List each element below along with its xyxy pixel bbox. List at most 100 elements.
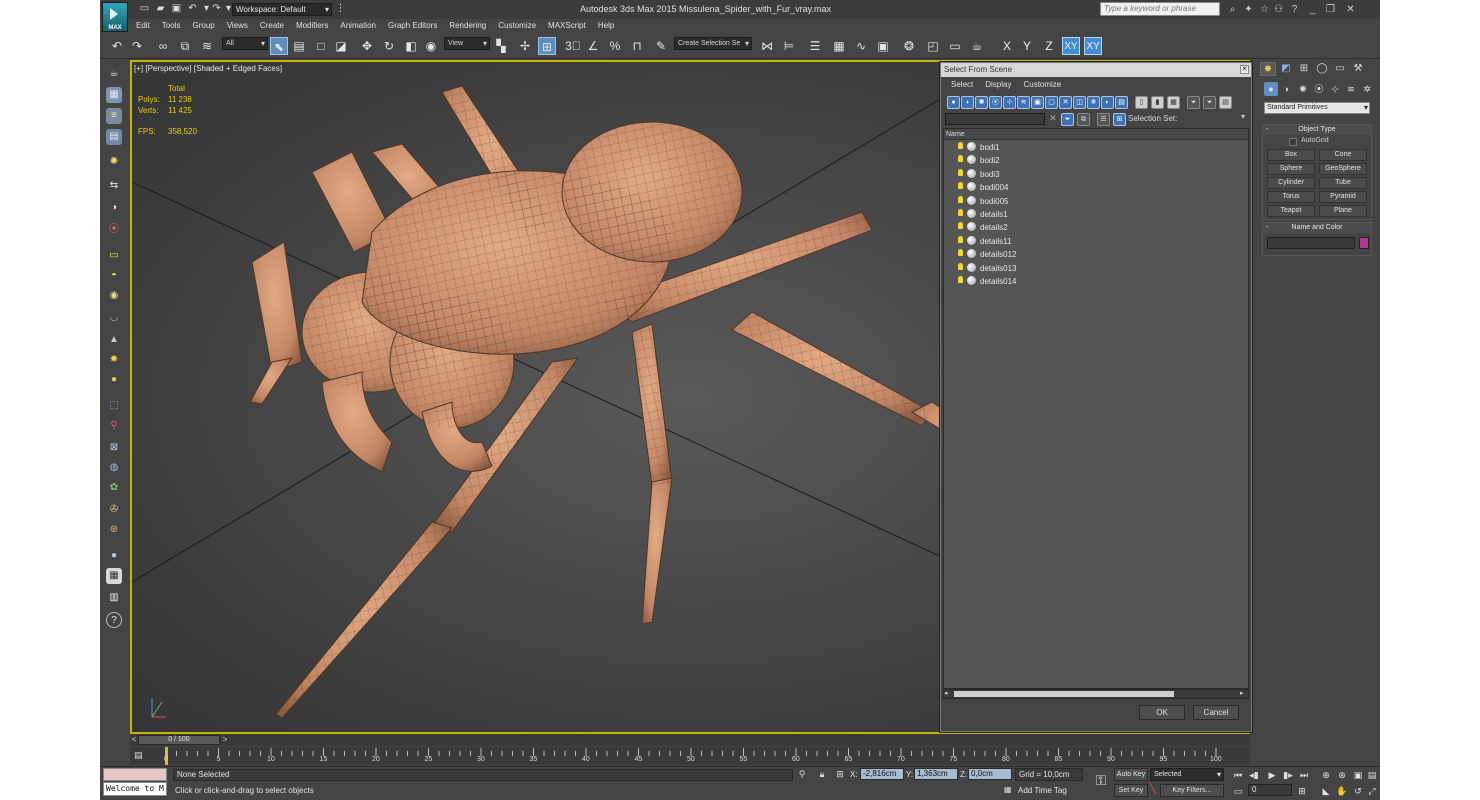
find-input[interactable] xyxy=(945,113,1045,125)
sphere-light-icon[interactable]: ◉ xyxy=(106,288,122,304)
visibility-bulb-icon[interactable] xyxy=(958,249,963,257)
close-icon[interactable]: ✕ xyxy=(1344,3,1357,16)
question-icon[interactable]: ? xyxy=(106,612,122,628)
absolute-mode-icon[interactable]: ⊞ xyxy=(834,768,846,780)
favorites-icon[interactable]: ☆ xyxy=(1258,3,1271,16)
undo-icon[interactable]: ↶ xyxy=(186,3,199,15)
restore-icon[interactable]: ❐ xyxy=(1324,3,1337,16)
select-scale-icon[interactable]: ◧ xyxy=(402,37,420,55)
pan-icon[interactable]: ✋ xyxy=(1336,785,1348,797)
select-move-icon[interactable]: ✥ xyxy=(358,37,376,55)
percent-snap-icon[interactable]: % xyxy=(606,37,624,55)
select-by-name-icon[interactable]: ▤ xyxy=(290,37,308,55)
cylinder-button[interactable]: Cylinder xyxy=(1267,177,1315,189)
key-mode-icon[interactable]: ▭ xyxy=(1232,785,1244,797)
zoom-extents-all-icon[interactable]: ▤ xyxy=(1366,769,1378,781)
menu-group[interactable]: Group xyxy=(186,19,220,33)
align-icon[interactable]: ⊨ xyxy=(780,37,798,55)
pivot-center-icon[interactable]: ▚ xyxy=(492,37,510,55)
select-transform-icon[interactable]: ⇆ xyxy=(106,178,122,194)
menu-animation[interactable]: Animation xyxy=(334,19,382,33)
visibility-bulb-icon[interactable] xyxy=(958,209,963,216)
cancel-button[interactable]: Cancel xyxy=(1193,705,1239,720)
pyramid-button[interactable]: Pyramid xyxy=(1319,191,1367,203)
lights-category-icon[interactable]: ✺ xyxy=(1296,82,1310,96)
display-none-icon[interactable]: ▯ xyxy=(1135,96,1148,109)
systems-category-icon[interactable]: ✲ xyxy=(1360,82,1374,96)
display-geometry-icon[interactable]: ● xyxy=(947,96,960,109)
visibility-bulb-icon[interactable] xyxy=(958,235,963,243)
restrict-y-button[interactable]: Y xyxy=(1018,37,1036,55)
orbit-icon[interactable]: ↺ xyxy=(1352,785,1364,797)
material-editor-icon[interactable]: ❂ xyxy=(900,37,918,55)
clear-search-icon[interactable]: ✕ xyxy=(1047,113,1059,125)
scene-object-row[interactable]: details2 xyxy=(944,221,1248,235)
zoom-icon[interactable]: ⊕ xyxy=(1320,769,1332,781)
stack-icon[interactable]: ▥ xyxy=(106,590,122,606)
mini-curve-editor-icon[interactable]: ▤ xyxy=(134,750,146,761)
go-to-start-icon[interactable]: ⏮ xyxy=(1232,769,1244,781)
zoom-extents-icon[interactable]: ▣ xyxy=(1352,769,1364,781)
window-crossing-icon[interactable]: ◪ xyxy=(332,37,350,55)
menu-graph-editors[interactable]: Graph Editors xyxy=(382,19,443,33)
z-coordinate-field[interactable]: 0,0cm xyxy=(968,768,1012,780)
dialog-menu-select[interactable]: Select xyxy=(941,78,979,92)
selection-set-dropdown-icon[interactable]: ▾ xyxy=(1241,112,1245,121)
redo-icon[interactable]: ↷ xyxy=(128,37,146,55)
visibility-bulb-icon[interactable] xyxy=(958,276,963,283)
visibility-bulb-icon[interactable] xyxy=(958,195,963,203)
camera-icon[interactable]: ⦿ xyxy=(106,222,122,238)
search-icon[interactable]: ⌕ xyxy=(1226,3,1239,16)
maximize-viewport-icon[interactable]: ⤢ xyxy=(1366,785,1378,797)
cameras-category-icon[interactable]: ⦿ xyxy=(1312,82,1326,96)
display-cameras-icon[interactable]: ⦿ xyxy=(989,96,1002,109)
network-icon[interactable]: ⊠ xyxy=(106,440,122,456)
scene-object-row[interactable]: details014 xyxy=(944,275,1248,288)
maxscript-listener-output[interactable]: Welcome to M xyxy=(103,782,167,796)
key-set-dropdown[interactable]: Selected xyxy=(1150,768,1224,781)
magnet-icon[interactable]: ⚲ xyxy=(106,418,122,434)
geosphere-button[interactable]: GeoSphere xyxy=(1319,163,1367,175)
scene-object-row[interactable]: bodi004 xyxy=(944,181,1248,194)
utilities-tab-icon[interactable]: ⚒ xyxy=(1350,62,1366,76)
add-time-tag-button[interactable]: Add Time Tag xyxy=(1018,786,1067,795)
shapes-category-icon[interactable]: ◗ xyxy=(1280,82,1294,96)
menu-views[interactable]: Views xyxy=(221,19,254,33)
globe-icon[interactable]: ◍ xyxy=(106,460,122,476)
visibility-bulb-icon[interactable] xyxy=(958,168,963,176)
scene-explorer-icon[interactable]: ☰ xyxy=(806,37,824,55)
plane-icon[interactable]: ▭ xyxy=(106,248,122,264)
visibility-bulb-icon[interactable] xyxy=(958,142,963,149)
box-button[interactable]: Box xyxy=(1267,149,1315,161)
teapot-button[interactable]: Teapot xyxy=(1267,205,1315,217)
keyboard-shortcut-override-icon[interactable]: ⊞ xyxy=(538,37,556,55)
primitive-category-dropdown[interactable]: Standard Primitives xyxy=(1264,102,1370,114)
link-icon[interactable]: ∞ xyxy=(154,37,172,55)
dish-icon[interactable]: ◡ xyxy=(106,310,122,326)
display-frozen-icon[interactable]: ❄ xyxy=(1087,96,1100,109)
workspace-dropdown[interactable]: Workspace: Default xyxy=(232,3,332,16)
mirror-icon[interactable]: ⋈ xyxy=(758,37,776,55)
play-icon[interactable]: ▶ xyxy=(1266,769,1278,781)
schematic-view-icon[interactable]: ▣ xyxy=(874,37,892,55)
display-helpers-icon[interactable]: ⊹ xyxy=(1003,96,1016,109)
edit-named-selection-icon[interactable]: ✎ xyxy=(652,37,670,55)
quick-access-customize-icon[interactable]: ⋮ xyxy=(334,3,347,15)
track-bar[interactable]: ▤ 0 5 10 15 20 25 30 35 40 45 50 55 60 65 70 75 80 85 90 95… xyxy=(130,747,1250,765)
cone-button[interactable]: Cone xyxy=(1319,149,1367,161)
isolate-selection-icon[interactable]: ⚲ xyxy=(796,768,808,780)
undo-icon[interactable]: ↶ xyxy=(108,37,126,55)
scrollbar-thumb[interactable] xyxy=(954,691,1174,697)
tube-button[interactable]: Tube xyxy=(1319,177,1367,189)
zoom-all-icon[interactable]: ⊛ xyxy=(1336,769,1348,781)
time-slider-thumb[interactable]: 0 / 100 xyxy=(138,735,220,745)
select-place-icon[interactable]: ◉ xyxy=(422,37,440,55)
add-time-tag-icon[interactable]: ▦ xyxy=(1004,785,1014,796)
light-bulb-icon[interactable]: ✺ xyxy=(106,154,122,170)
go-to-end-icon[interactable]: ⏭ xyxy=(1298,769,1310,781)
object-color-swatch[interactable] xyxy=(1359,237,1369,249)
display-invert-icon[interactable]: ▮ xyxy=(1151,96,1164,109)
calculator-icon[interactable]: ▦ xyxy=(106,568,122,584)
rectangular-selection-icon[interactable]: □ xyxy=(312,37,330,55)
communication-center-icon[interactable]: ✦ xyxy=(1242,3,1255,16)
